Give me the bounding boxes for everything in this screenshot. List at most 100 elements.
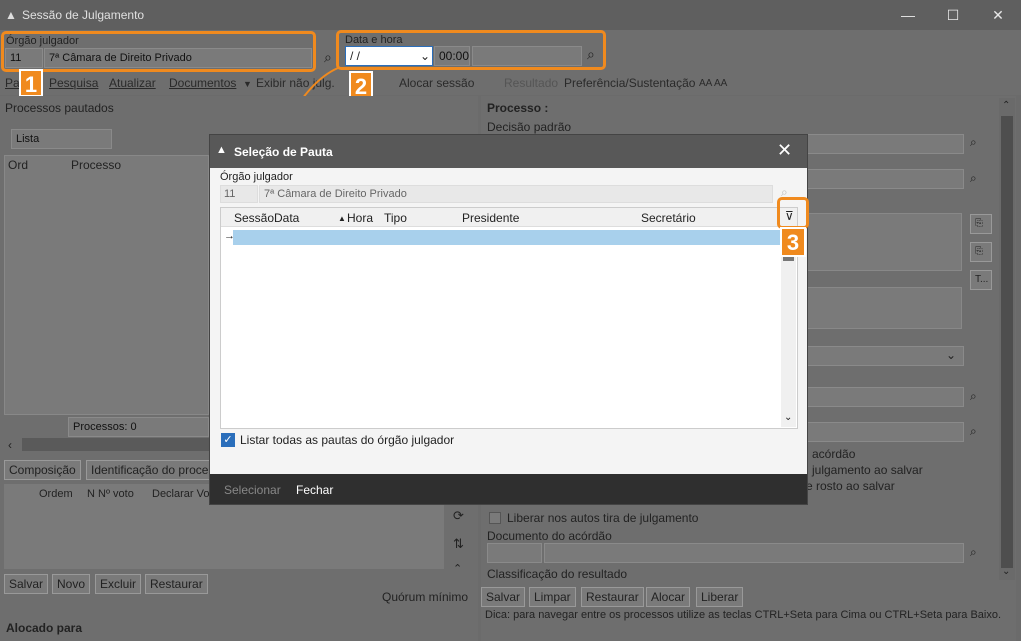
acordao-label: acórdão <box>812 447 856 461</box>
preferencia-button[interactable]: Preferência/Sustentação <box>564 76 695 90</box>
scroll-up-icon[interactable]: ⌃ <box>453 562 462 575</box>
tab-identificacao[interactable]: Identificação do proce <box>86 460 210 480</box>
col-hora-header[interactable]: Hora <box>347 211 373 225</box>
selecao-pauta-dialog: ▲ Seleção de Pauta ✕ Órgão julgador 11 7… <box>209 134 809 505</box>
scroll-up-arrow-icon[interactable]: ⌃ <box>1002 100 1010 111</box>
quorum-label: Quórum mínimo <box>382 590 469 604</box>
lista-dropdown[interactable]: Lista <box>11 129 112 149</box>
decisao-search-icon[interactable]: ⌕ <box>970 135 977 150</box>
minimize-button[interactable]: — <box>885 0 931 30</box>
window-title: Sessão de Julgamento <box>22 8 145 22</box>
col-declarar-header: Declarar Vo <box>152 488 210 500</box>
left-novo-button[interactable]: Novo <box>52 574 91 594</box>
dialog-header: ▲ Seleção de Pauta ✕ <box>210 135 807 168</box>
atualizar-button[interactable]: Atualizar <box>109 76 156 90</box>
pesquisa-button[interactable]: Pesquisa <box>49 76 98 90</box>
col-tipo-header[interactable]: Tipo <box>384 211 407 225</box>
julgamento-salvar-label: julgamento ao salvar <box>812 463 923 477</box>
copy-icon-2[interactable]: ⎘ <box>970 242 992 262</box>
processos-count: Processos: 0 <box>68 417 209 437</box>
right-alocar-button[interactable]: Alocar <box>646 587 691 607</box>
refresh-icon[interactable]: ⟳ <box>453 508 464 524</box>
right-restaurar-button[interactable]: Restaurar <box>581 587 644 607</box>
copy-icon-1[interactable]: ⎘ <box>970 214 992 234</box>
badge-3: 3 <box>780 227 806 257</box>
dialog-footer: Selecionar Fechar <box>210 474 807 504</box>
col-processo-header: Processo <box>71 158 122 172</box>
sort-asc-icon: ▲ <box>338 214 346 223</box>
documentos-button[interactable]: Documentos <box>169 76 236 90</box>
documento-name-field[interactable] <box>544 543 964 563</box>
highlight-box-3 <box>777 197 809 229</box>
pauta-row-selected[interactable] <box>233 230 780 245</box>
badge-1: 1 <box>19 69 43 97</box>
decisao-field[interactable] <box>807 134 964 154</box>
liberar-checkbox[interactable] <box>489 512 501 524</box>
alocado-para-label: Alocado para <box>6 621 83 635</box>
highlight-box-2 <box>336 30 606 70</box>
badge-2: 2 <box>349 71 373 99</box>
dialog-orgao-name: 7ª Câmara de Direito Privado <box>259 185 773 203</box>
classificacao-label: Classificação do resultado <box>487 567 628 581</box>
col-secretario-header[interactable]: Secretário <box>641 211 696 225</box>
right-liberar-button[interactable]: Liberar <box>696 587 744 607</box>
right-search-icon-4[interactable]: ⌕ <box>970 424 977 439</box>
left-excluir-button[interactable]: Excluir <box>95 574 142 594</box>
right-search-icon-3[interactable]: ⌕ <box>970 389 977 404</box>
selecionar-button[interactable]: Selecionar <box>224 483 281 497</box>
col-nvoto-header: N Nº voto <box>87 488 134 500</box>
listar-todas-checkbox[interactable]: ✓ <box>221 433 235 447</box>
right-scroll-thumb[interactable] <box>1001 116 1013 568</box>
documentos-dropdown-icon[interactable]: ▼ <box>243 79 252 89</box>
right-field-2[interactable] <box>807 169 964 189</box>
dialog-orgao-label: Órgão julgador <box>220 171 293 183</box>
left-restaurar-button[interactable]: Restaurar <box>145 574 208 594</box>
documento-search-icon[interactable]: ⌕ <box>970 545 977 560</box>
scroll-down-arrow-icon[interactable]: ⌄ <box>1002 566 1010 577</box>
dialog-close-icon[interactable]: ✕ <box>777 140 792 161</box>
fechar-button[interactable]: Fechar <box>296 483 333 497</box>
resultado-button[interactable]: Resultado <box>504 76 558 90</box>
right-limpar-button[interactable]: Limpar <box>529 587 576 607</box>
documento-acordao-label: Documento do acórdão <box>487 529 612 543</box>
col-ord-header: Ord <box>8 158 29 172</box>
processo-label: Processo : <box>487 101 549 115</box>
documento-code-field[interactable] <box>487 543 542 563</box>
col-ordem-header: Ordem <box>39 488 73 500</box>
tab-composicao[interactable]: Composição <box>4 460 81 480</box>
processos-grid <box>4 155 209 415</box>
listar-todas-label: Listar todas as pautas do órgão julgador <box>240 433 455 447</box>
left-salvar-button[interactable]: Salvar <box>4 574 49 594</box>
right-search-icon-2[interactable]: ⌕ <box>970 171 977 186</box>
close-button[interactable]: ✕ <box>975 0 1021 30</box>
col-sessao-header[interactable]: Sessão <box>234 211 274 225</box>
right-field-4[interactable] <box>807 422 964 442</box>
right-textarea-1[interactable] <box>807 213 962 271</box>
pauta-scroll-down-icon[interactable]: ⌄ <box>784 412 792 423</box>
highlight-box-1 <box>1 31 316 72</box>
processos-pautados-header: Processos pautados <box>5 101 114 115</box>
dialog-title: Seleção de Pauta <box>234 145 333 159</box>
rosto-salvar-label: e rosto ao salvar <box>806 479 895 493</box>
right-dropdown-chevron-icon[interactable]: ⌄ <box>946 348 956 362</box>
maximize-button[interactable]: ☐ <box>930 0 976 30</box>
horizontal-scrollbar[interactable] <box>22 438 209 451</box>
right-textarea-2[interactable] <box>807 287 962 329</box>
scroll-left-icon[interactable]: ‹ <box>8 438 12 452</box>
right-dropdown[interactable] <box>807 346 964 366</box>
right-field-3[interactable] <box>807 387 964 407</box>
pauta-button[interactable]: Pa <box>5 76 20 90</box>
right-salvar-button[interactable]: Salvar <box>481 587 526 607</box>
font-size-toggle[interactable]: AA AA <box>699 78 727 89</box>
col-data-header[interactable]: Data <box>274 211 299 225</box>
dialog-orgao-code: 11 <box>220 185 258 203</box>
decisao-padrao-label: Decisão padrão <box>487 120 572 134</box>
window-titlebar: ▲ Sessão de Julgamento — ☐ ✕ <box>0 0 1021 30</box>
liberar-checkbox-label: Liberar nos autos tira de julgamento <box>507 511 699 525</box>
col-presidente-header[interactable]: Presidente <box>462 211 519 225</box>
alocar-sessao-button[interactable]: Alocar sessão <box>399 76 474 90</box>
dialog-logo-icon: ▲ <box>216 144 227 156</box>
sort-icon[interactable]: ⇅ <box>453 536 464 552</box>
app-logo-icon: ▲ <box>5 8 17 22</box>
text-format-icon[interactable]: T... <box>970 270 992 290</box>
